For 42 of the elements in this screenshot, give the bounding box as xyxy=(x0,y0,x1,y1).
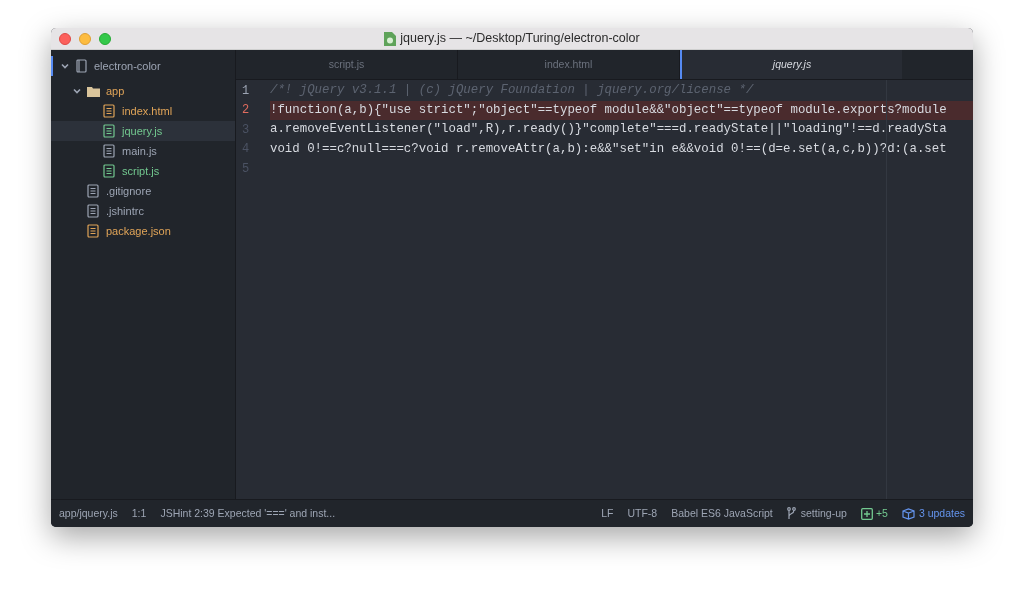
file-row[interactable]: index.html xyxy=(51,101,235,121)
file-icon xyxy=(87,224,99,238)
file-row[interactable]: script.js xyxy=(51,161,235,181)
file-icon xyxy=(87,184,99,198)
file-row[interactable]: main.js xyxy=(51,141,235,161)
encoding[interactable]: UTF-8 xyxy=(627,505,658,522)
minimize-button[interactable] xyxy=(79,32,91,45)
plus-square-icon xyxy=(860,507,873,520)
line-number: 2 xyxy=(241,102,251,120)
file-row[interactable]: jquery.js xyxy=(51,121,235,141)
file-icon xyxy=(103,104,115,118)
file-icon xyxy=(103,124,115,138)
code-line: void 0!==c?null===c?void r.removeAttr(a,b):e&&"set"in e&&void 0!==(d=e.set(a,c,b))?d:(a.set xyxy=(270,140,948,158)
package-icon xyxy=(901,507,915,520)
code-comment: /*! jQuery v3.1.1 | (c) jQuery Foundation | jquery.org/license */ xyxy=(270,82,755,100)
line-number: 1 xyxy=(241,82,251,100)
branch-icon xyxy=(786,507,796,520)
lint-message[interactable]: JSHint 2:39 Expected '===' and inst... xyxy=(160,505,336,522)
zoom-button[interactable] xyxy=(99,32,111,45)
git-changes[interactable]: +5 xyxy=(875,505,888,522)
file-icon xyxy=(87,204,99,218)
file-icon xyxy=(103,144,115,158)
book-icon xyxy=(76,59,87,73)
code-line: a.removeEventListener("load",R),r.ready()}"complete"===d.readyState||"loading"!==d.readySta xyxy=(270,121,948,139)
file-icon xyxy=(103,164,115,178)
folder-icon xyxy=(87,85,100,97)
branch-name[interactable]: setting-up xyxy=(800,505,847,522)
file-row[interactable]: .jshintrc xyxy=(51,201,235,221)
document-icon xyxy=(384,31,397,46)
chevron-icon[interactable] xyxy=(61,62,69,70)
file-row[interactable]: package.json xyxy=(51,221,235,241)
line-ending[interactable]: LF xyxy=(601,505,614,522)
grammar[interactable]: Babel ES6 JavaScript xyxy=(671,505,773,522)
file-path[interactable]: app/jquery.js xyxy=(59,505,118,522)
cursor-position[interactable]: 1:1 xyxy=(131,505,147,522)
window-title: jquery.js — ~/Desktop/Turing/electron-color xyxy=(400,30,640,48)
close-button[interactable] xyxy=(59,32,71,45)
chevron-icon[interactable] xyxy=(73,87,81,95)
updates-link[interactable]: 3 updates xyxy=(918,505,965,522)
editor-tab[interactable]: jquery.js xyxy=(680,50,902,79)
folder-name[interactable]: app xyxy=(106,82,125,100)
file-row[interactable]: .gitignore xyxy=(51,181,235,201)
